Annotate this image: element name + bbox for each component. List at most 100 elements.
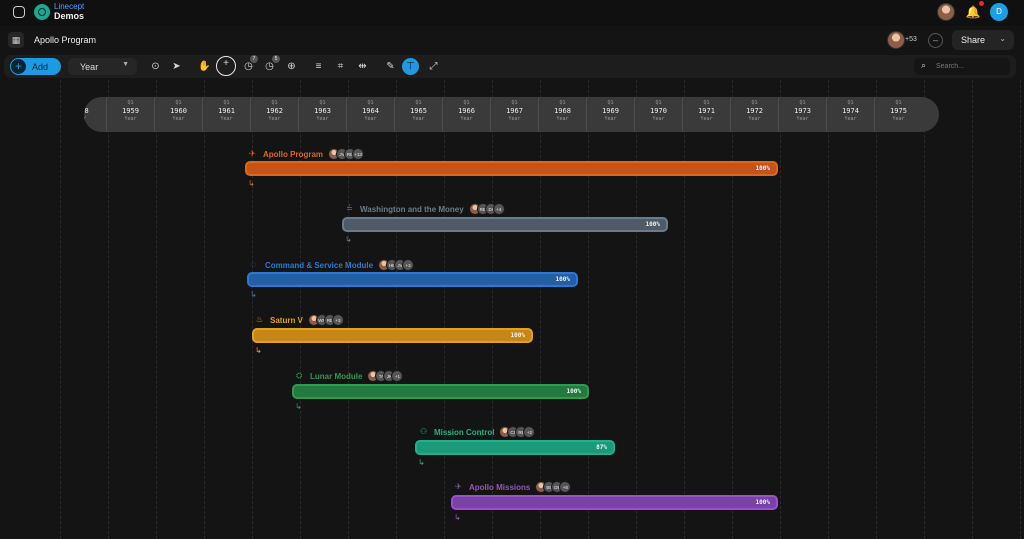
navigate-icon[interactable]: ➤: [168, 58, 185, 75]
subtask-arrow-icon[interactable]: ↳: [248, 179, 255, 188]
globe-icon[interactable]: ⊕: [283, 58, 300, 75]
task-label[interactable]: Apollo Missions: [469, 483, 530, 492]
tick-unit: Year: [124, 116, 137, 122]
tick-year: 1965: [410, 107, 427, 115]
share-button[interactable]: Share ⌄: [952, 30, 1014, 50]
timeline-tick[interactable]: Q158Y: [84, 97, 108, 132]
tick-q: Q1: [175, 100, 182, 106]
current-user-avatar[interactable]: [937, 3, 955, 21]
tick-q: Q1: [751, 100, 758, 106]
grid-line: [636, 80, 637, 539]
timeline-tick[interactable]: Q1 1961 Year: [202, 97, 250, 132]
notifications-bell-icon[interactable]: 🔔: [965, 4, 981, 20]
pencil-icon[interactable]: ✎: [382, 58, 399, 75]
tick-year: 1970: [650, 107, 667, 115]
tick-unit: Year: [412, 116, 425, 122]
timeline-tick[interactable]: Q1 1969 Year: [586, 97, 634, 132]
task-label[interactable]: Apollo Program: [263, 150, 323, 159]
timeline-tick[interactable]: Q1 1963 Year: [298, 97, 346, 132]
app-menu-icon[interactable]: [13, 6, 25, 18]
grid-line: [204, 80, 205, 539]
tick-q: Q1: [655, 100, 662, 106]
avatar-more-count: +8: [559, 481, 572, 493]
tick-year: 1971: [698, 107, 715, 115]
subtask-arrow-icon[interactable]: ↳: [418, 458, 425, 467]
subtask-arrow-icon[interactable]: ↳: [250, 290, 257, 299]
tick-year: 1963: [314, 107, 331, 115]
page-title: Apollo Program: [34, 35, 97, 45]
grid-line: [732, 80, 733, 539]
share-label: Share: [961, 35, 986, 45]
subtask-arrow-icon[interactable]: ↳: [295, 402, 302, 411]
expand-icon[interactable]: ⤢: [425, 58, 442, 75]
task-progress: 100%: [755, 499, 770, 506]
grid-line: [876, 80, 877, 539]
search-input[interactable]: [936, 61, 1002, 72]
add-button[interactable]: + Add: [10, 58, 61, 75]
timeline-canvas[interactable]: Q158YQ11959YearQ11960YearQ11961YearQ1196…: [0, 80, 1024, 539]
plus-icon: +: [11, 59, 26, 74]
search-box[interactable]: ⌕: [914, 58, 1010, 75]
task-progress: 87%: [596, 444, 607, 451]
tick-unit: Year: [700, 116, 713, 122]
grid-menu-icon[interactable]: ▦: [8, 32, 24, 48]
tick-q: Q1: [799, 100, 806, 106]
sort-icon[interactable]: ≡: [310, 58, 327, 75]
timeline-tick[interactable]: Q1 1962 Year: [250, 97, 298, 132]
task-progress: 100%: [566, 388, 581, 395]
add-circle-icon[interactable]: +: [216, 56, 236, 76]
tick-q: Q1: [367, 100, 374, 106]
task-bar[interactable]: 100%: [451, 495, 778, 510]
timeline-header[interactable]: Q158YQ11959YearQ11960YearQ11961YearQ1196…: [84, 97, 939, 132]
target-icon[interactable]: ⊙: [147, 58, 164, 75]
collaborator-avatar[interactable]: [887, 31, 905, 49]
task-label[interactable]: Command & Service Module: [265, 261, 373, 270]
timeline-tick[interactable]: Q1 1974 Year: [826, 97, 874, 132]
task-bar[interactable]: 87%: [415, 440, 615, 455]
timeline-tick[interactable]: Q1 1965 Year: [394, 97, 442, 132]
workspace-name[interactable]: Demos: [54, 11, 84, 21]
split-icon[interactable]: ⇹: [354, 58, 371, 75]
minimize-icon[interactable]: –: [928, 33, 943, 48]
timeline-tick[interactable]: Q1 1964 Year: [346, 97, 394, 132]
linecept-logo[interactable]: [34, 4, 50, 20]
timeline-tick[interactable]: Q1 1975 Year: [874, 97, 922, 132]
grid-line: [492, 80, 493, 539]
title-bar: ▦ Apollo Program: [0, 30, 1024, 52]
timeline-tick[interactable]: Q1 1970 Year: [634, 97, 682, 132]
rocket-icon: ✈: [455, 482, 462, 491]
focus-icon[interactable]: ⌗: [332, 58, 349, 75]
subtask-arrow-icon[interactable]: ↳: [345, 235, 352, 244]
task-bar[interactable]: 100%: [342, 217, 668, 232]
tick-unit: Year: [172, 116, 185, 122]
timeline-tick[interactable]: Q1 1972 Year: [730, 97, 778, 132]
flame-icon: ♨: [256, 315, 264, 324]
task-label[interactable]: Lunar Module: [310, 372, 362, 381]
task-label[interactable]: Saturn V: [270, 316, 303, 325]
task-bar[interactable]: 100%: [292, 384, 589, 399]
task-bar[interactable]: 100%: [245, 161, 778, 176]
task-bar[interactable]: 100%: [247, 272, 578, 287]
task-label[interactable]: Mission Control: [434, 428, 494, 437]
view-scale-select[interactable]: Year ▼: [68, 58, 137, 75]
timeline-tick[interactable]: Q1 1971 Year: [682, 97, 730, 132]
timeline-tick[interactable]: Q1 1967 Year: [490, 97, 538, 132]
tick-year: 1968: [554, 107, 571, 115]
filter-icon[interactable]: ⊤: [402, 58, 419, 75]
user-badge[interactable]: D: [990, 3, 1008, 21]
hand-icon[interactable]: ✋: [196, 58, 213, 75]
tick-unit: Year: [652, 116, 665, 122]
task-label[interactable]: Washington and the Money: [360, 205, 464, 214]
subtask-arrow-icon[interactable]: ↳: [454, 513, 461, 522]
tick-q: Q1: [127, 100, 134, 106]
collaborator-count[interactable]: +53: [905, 36, 917, 43]
tick-unit: Year: [364, 116, 377, 122]
grid-line: [60, 80, 61, 539]
timeline-tick[interactable]: Q1 1960 Year: [154, 97, 202, 132]
timeline-tick[interactable]: Q1 1968 Year: [538, 97, 586, 132]
timeline-tick[interactable]: Q1 1959 Year: [106, 97, 154, 132]
timeline-tick[interactable]: Q1 1973 Year: [778, 97, 826, 132]
task-bar[interactable]: 100%: [252, 328, 533, 343]
subtask-arrow-icon[interactable]: ↳: [255, 346, 262, 355]
timeline-tick[interactable]: Q1 1966 Year: [442, 97, 490, 132]
